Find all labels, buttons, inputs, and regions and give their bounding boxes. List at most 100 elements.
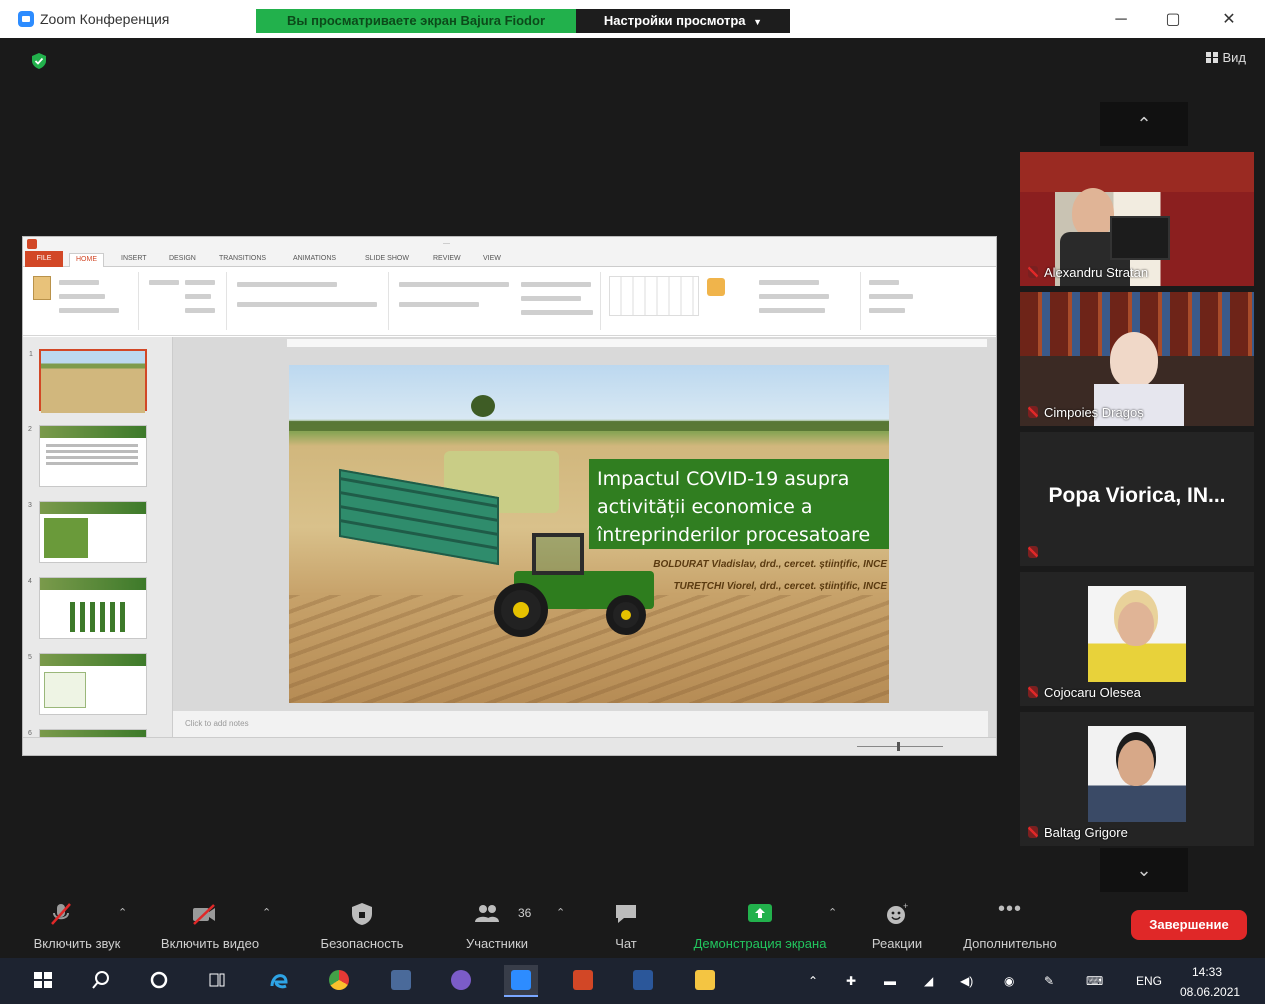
shield-icon xyxy=(352,903,372,925)
chevron-up-icon[interactable]: ⌃ xyxy=(808,974,818,988)
gift-icon[interactable]: ✚ xyxy=(846,974,856,988)
scroll-up-button[interactable]: ⌃ xyxy=(1100,102,1188,146)
participant-tile[interactable]: Cojocaru Olesea xyxy=(1020,572,1254,706)
keyboard-icon[interactable]: ⌨ xyxy=(1086,974,1103,988)
start-video-label: Включить видео xyxy=(160,936,260,951)
slide-thumbnail[interactable]: 5 xyxy=(28,653,147,715)
chevron-up-icon[interactable]: ⌃ xyxy=(262,906,271,919)
shapes-gallery[interactable] xyxy=(609,276,699,316)
ppt-tab-home[interactable]: HOME xyxy=(69,253,104,267)
more-label: Дополнительно xyxy=(963,936,1057,951)
participant-tile[interactable]: Popa Viorica, IN... xyxy=(1020,432,1254,566)
slide-thumbnail[interactable]: 2 xyxy=(28,425,147,487)
cortana-button[interactable] xyxy=(142,965,176,997)
notes-pane[interactable]: Click to add notes xyxy=(173,711,988,737)
restore-button[interactable]: ▢ xyxy=(1158,8,1188,32)
ppt-workspace: 1 2 3 4 5 6 Impactul COVID-19 asupra act… xyxy=(23,337,996,737)
clock-time[interactable]: 14:33 xyxy=(1192,965,1222,979)
start-video-button[interactable]: ⌃ Включить видео xyxy=(150,892,271,958)
chevron-up-icon[interactable]: ⌃ xyxy=(118,906,127,919)
share-screen-button[interactable]: ⌃ Демонстрация экрана xyxy=(680,892,840,958)
chat-icon xyxy=(616,905,636,923)
mic-muted-icon xyxy=(51,903,71,925)
ribbon-group-paragraph[interactable] xyxy=(391,272,601,330)
taskbar-app[interactable] xyxy=(262,965,296,997)
taskbar-app[interactable] xyxy=(566,965,600,997)
slide-thumbnail[interactable]: 1 xyxy=(29,349,147,413)
zoom-slider[interactable] xyxy=(857,746,943,747)
language-indicator[interactable]: ENG xyxy=(1136,974,1162,988)
participant-tile[interactable]: Cimpoieș Dragoș xyxy=(1020,292,1254,426)
slide-title-box: Impactul COVID-19 asupra activității eco… xyxy=(589,459,889,549)
taskbar-app[interactable] xyxy=(626,965,660,997)
paste-icon xyxy=(33,276,51,300)
taskbar-app[interactable] xyxy=(384,965,418,997)
shared-screen[interactable]: — FILE HOME INSERT DESIGN TRANSITIONS AN… xyxy=(22,236,997,756)
window-title: Zoom Конференция xyxy=(40,11,170,27)
ppt-tab-insert[interactable]: INSERT xyxy=(121,255,147,262)
search-button[interactable] xyxy=(84,965,118,997)
taskbar-app[interactable] xyxy=(504,965,538,997)
windows-icon xyxy=(34,972,52,988)
zoom-slider-thumb[interactable] xyxy=(897,742,900,751)
taskbar-app[interactable] xyxy=(688,965,722,997)
volume-icon[interactable]: ◀) xyxy=(960,974,973,988)
minimize-button[interactable]: ─ xyxy=(1106,8,1136,32)
slide-title: Impactul COVID-19 asupra activității eco… xyxy=(597,468,871,546)
ppt-tab-review[interactable]: REVIEW xyxy=(433,255,461,262)
close-button[interactable]: ✕ xyxy=(1214,8,1244,32)
unmute-button[interactable]: ⌃ Включить звук xyxy=(22,892,132,958)
current-slide[interactable]: Impactul COVID-19 asupra activității eco… xyxy=(289,365,889,703)
taskbar-app[interactable] xyxy=(322,965,356,997)
mic-muted-icon xyxy=(1028,546,1038,558)
zoom-icon xyxy=(511,970,531,990)
ribbon-group-clipboard[interactable] xyxy=(27,272,139,330)
ppt-tab-view[interactable]: VIEW xyxy=(483,255,501,262)
battery-icon[interactable]: ▬ xyxy=(884,974,896,988)
start-button[interactable] xyxy=(26,965,60,997)
chevron-up-icon[interactable]: ⌃ xyxy=(828,906,837,919)
chat-button[interactable]: Чат xyxy=(596,892,656,958)
end-meeting-button[interactable]: Завершение xyxy=(1131,910,1247,940)
powerpoint-icon xyxy=(573,970,593,990)
slide-tree-line xyxy=(289,421,889,431)
chevron-up-icon[interactable]: ⌃ xyxy=(556,906,565,919)
shield-check-icon[interactable] xyxy=(32,53,46,69)
slide-thumbnail[interactable]: 6 xyxy=(28,729,147,737)
mic-muted-icon xyxy=(1028,406,1038,418)
ppt-tab-transitions[interactable]: TRANSITIONS xyxy=(219,255,266,262)
network-icon[interactable]: ◢ xyxy=(924,974,933,988)
meeting-area: Вид — FILE HOME INSERT DESIGN TRANSITION… xyxy=(14,38,1260,892)
chevron-down-icon: ▼ xyxy=(753,17,763,27)
ribbon-group-font[interactable] xyxy=(229,272,389,330)
reactions-button[interactable]: + Реакции xyxy=(862,892,932,958)
slide-thumbnail[interactable]: 3 xyxy=(28,501,147,563)
ppt-app-icon xyxy=(27,239,37,249)
ribbon-group-slides[interactable] xyxy=(141,272,227,330)
task-view-icon xyxy=(209,973,225,987)
mic-muted-icon xyxy=(1028,826,1038,838)
ribbon-group-drawing[interactable] xyxy=(603,272,861,330)
scroll-down-button[interactable]: ⌄ xyxy=(1100,848,1188,892)
taskbar-app[interactable] xyxy=(444,965,478,997)
ppt-tab-slideshow[interactable]: SLIDE SHOW xyxy=(365,255,409,262)
ribbon-group-editing[interactable] xyxy=(863,272,933,330)
security-button[interactable]: Безопасность xyxy=(312,892,412,958)
arrange-icon xyxy=(707,278,725,296)
participants-button[interactable]: 36 ⌃ Участники xyxy=(452,892,565,958)
slide-thumbnail[interactable]: 4 xyxy=(28,577,147,639)
slide-tree xyxy=(471,395,495,417)
security-label: Безопасность xyxy=(320,936,404,951)
participant-tile[interactable]: Alexandru Stratan xyxy=(1020,152,1254,286)
clock-date[interactable]: 08.06.2021 xyxy=(1180,985,1240,999)
participant-tile[interactable]: Baltag Grigore xyxy=(1020,712,1254,846)
task-view-button[interactable] xyxy=(200,965,234,997)
more-button[interactable]: ••• Дополнительно xyxy=(950,892,1070,958)
ppt-tab-design[interactable]: DESIGN xyxy=(169,255,196,262)
update-icon[interactable]: ◉ xyxy=(1004,974,1014,988)
ppt-tab-file[interactable]: FILE xyxy=(25,251,63,267)
pen-icon[interactable]: ✎ xyxy=(1044,974,1054,988)
ppt-tab-animations[interactable]: ANIMATIONS xyxy=(293,255,336,262)
view-options-button[interactable]: Настройки просмотра ▼ xyxy=(576,9,790,33)
chevron-up-icon: ⌃ xyxy=(1136,114,1152,134)
